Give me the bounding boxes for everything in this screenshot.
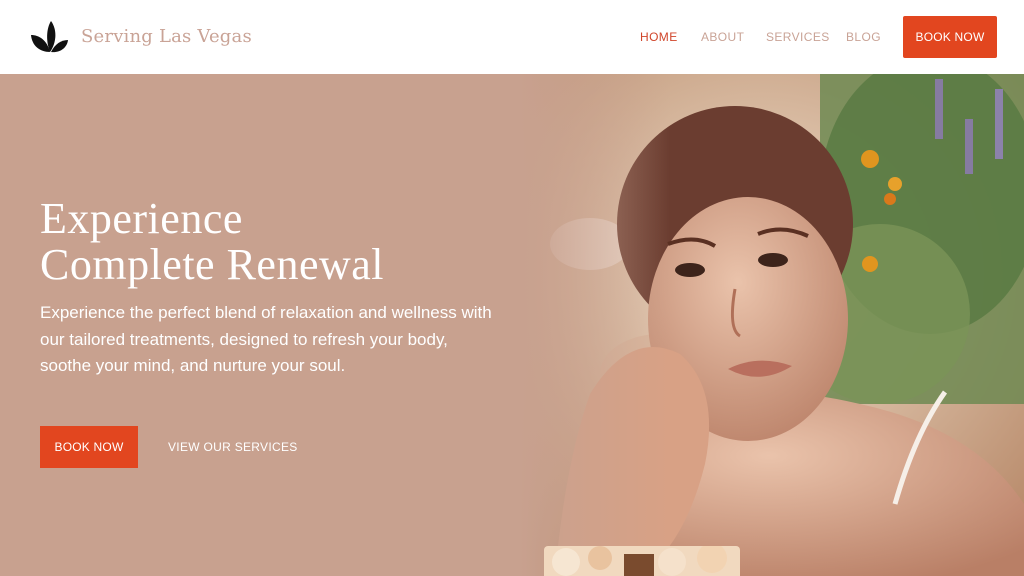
site-header: Serving Las Vegas HOME ABOUT SERVICES BL… [0,0,1024,74]
hero-description: Experience the perfect blend of relaxati… [40,303,492,375]
brand-name[interactable]: Serving Las Vegas [81,26,252,47]
hero-section: Experience Complete Renewal Experience t… [0,74,1024,576]
nav-home[interactable]: HOME [640,30,678,44]
hero-title-line1: Experience [40,194,243,243]
nav-blog[interactable]: BLOG [846,30,881,44]
header-book-now-button[interactable]: BOOK NOW [903,16,997,58]
nav-about[interactable]: ABOUT [701,30,744,44]
view-services-link[interactable]: VIEW OUR SERVICES [168,440,298,454]
hero-title: Experience Complete Renewal [40,196,384,288]
hero-book-now-button[interactable]: BOOK NOW [40,426,138,468]
hero-title-line2: Complete Renewal [40,240,385,289]
logo-icon[interactable] [30,18,70,56]
flowers-thumbnail [544,546,740,576]
nav-services[interactable]: SERVICES [766,30,830,44]
